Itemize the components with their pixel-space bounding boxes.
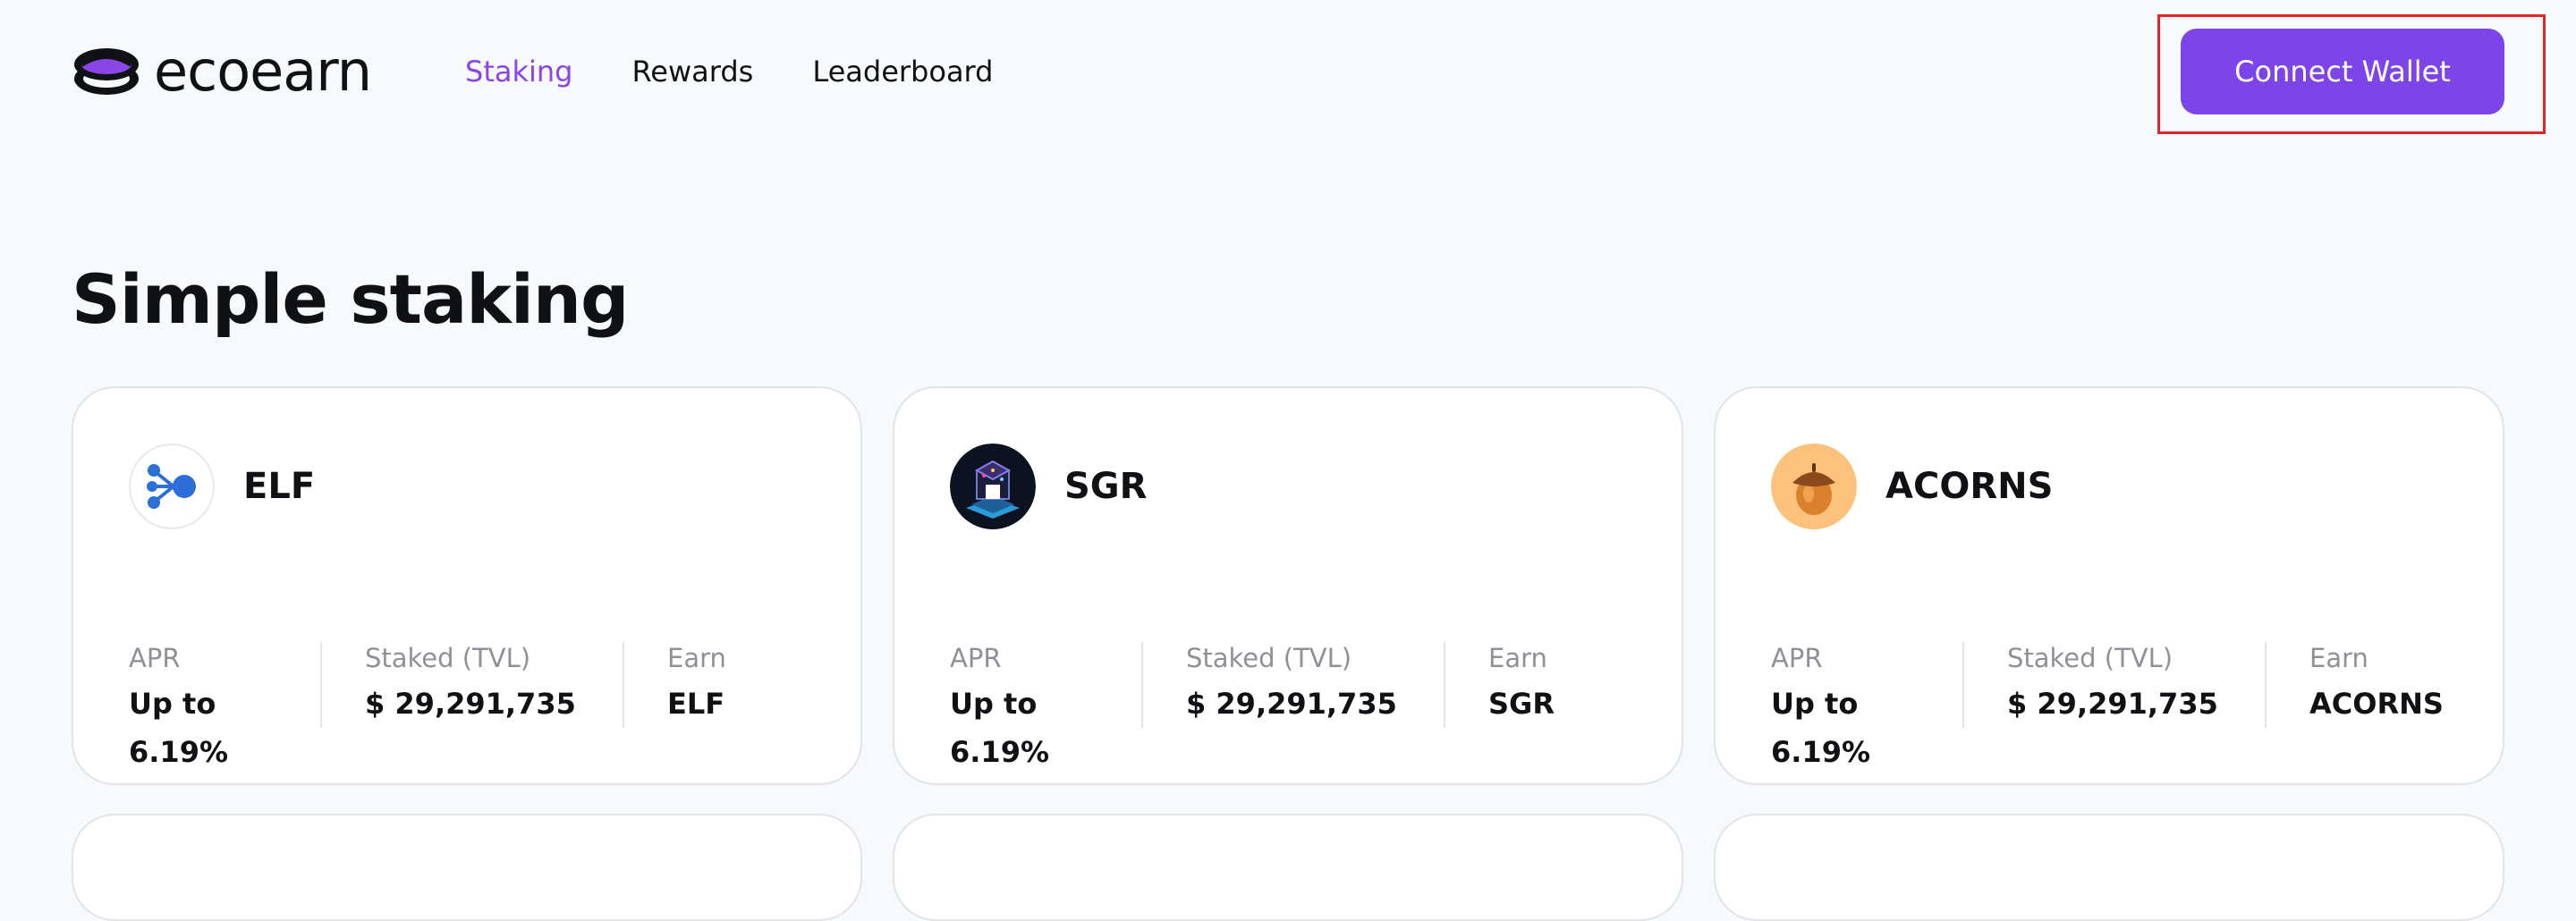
tvl-value: $ 29,291,735 (365, 687, 576, 721)
apr-stat: APR Up to 6.19% (1771, 640, 1962, 769)
earn-value: SGR (1488, 687, 1555, 721)
apr-value: Up to 6.19% (129, 687, 229, 769)
staking-card-sgr[interactable]: SGR APR Up to 6.19% Staked (TVL) $ 29,29… (893, 386, 1683, 785)
token-name: ACORNS (1885, 466, 2054, 507)
token-name: ELF (243, 466, 316, 507)
earn-stat: Earn ELF (624, 640, 726, 730)
apr-label: APR (950, 643, 1002, 673)
token-name: SGR (1064, 466, 1148, 507)
tvl-stat: Staked (TVL) $ 29,291,735 (1964, 640, 2265, 730)
nav-leaderboard[interactable]: Leaderboard (812, 50, 993, 93)
nav-rewards[interactable]: Rewards (631, 50, 753, 93)
staking-card-partial[interactable] (893, 814, 1683, 921)
elf-token-icon (129, 444, 215, 529)
staking-cards: ELF APR Up to 6.19% Staked (TVL) $ 29,29… (72, 386, 2504, 785)
staking-cards-row2 (72, 814, 2504, 921)
tvl-label: Staked (TVL) (1186, 643, 1352, 673)
acorn-token-icon (1771, 444, 1857, 529)
earn-value: ACORNS (2309, 687, 2444, 721)
connect-wallet-button[interactable]: Connect Wallet (2181, 29, 2504, 114)
earn-value: ELF (667, 687, 725, 721)
staking-card-acorns[interactable]: ACORNS APR Up to 6.19% Staked (TVL) $ 29… (1714, 386, 2504, 785)
apr-label: APR (129, 643, 181, 673)
top-header: ecoearn Staking Rewards Leaderboard Conn… (0, 0, 2576, 143)
card-stats: APR Up to 6.19% Staked (TVL) $ 29,291,73… (129, 640, 726, 769)
card-stats: APR Up to 6.19% Staked (TVL) $ 29,291,73… (950, 640, 1555, 769)
tvl-value: $ 29,291,735 (2007, 687, 2218, 721)
page-title: Simple staking (72, 259, 629, 339)
earn-stat: Earn SGR (1445, 640, 1555, 730)
apr-value: Up to 6.19% (1771, 687, 1871, 769)
main-nav: Staking Rewards Leaderboard (465, 50, 993, 93)
staking-card-partial[interactable] (72, 814, 862, 921)
staking-card-partial[interactable] (1714, 814, 2504, 921)
tvl-label: Staked (TVL) (365, 643, 531, 673)
card-stats: APR Up to 6.19% Staked (TVL) $ 29,291,73… (1771, 640, 2444, 769)
tvl-value: $ 29,291,735 (1186, 687, 1397, 721)
nav-staking[interactable]: Staking (465, 50, 572, 93)
earn-label: Earn (2309, 643, 2368, 673)
ecoearn-logo[interactable]: ecoearn (72, 38, 372, 104)
tvl-stat: Staked (TVL) $ 29,291,735 (322, 640, 623, 730)
tvl-label: Staked (TVL) (2007, 643, 2174, 673)
apr-stat: APR Up to 6.19% (950, 640, 1141, 769)
earn-stat: Earn ACORNS (2267, 640, 2444, 730)
logo-text: ecoearn (154, 38, 372, 104)
tvl-stat: Staked (TVL) $ 29,291,735 (1143, 640, 1444, 730)
sgr-token-icon (950, 444, 1036, 529)
staking-card-elf[interactable]: ELF APR Up to 6.19% Staked (TVL) $ 29,29… (72, 386, 862, 785)
apr-label: APR (1771, 643, 1823, 673)
ecoearn-logo-icon (74, 48, 139, 95)
earn-label: Earn (1488, 643, 1547, 673)
earn-label: Earn (667, 643, 726, 673)
apr-value: Up to 6.19% (950, 687, 1050, 769)
apr-stat: APR Up to 6.19% (129, 640, 320, 769)
